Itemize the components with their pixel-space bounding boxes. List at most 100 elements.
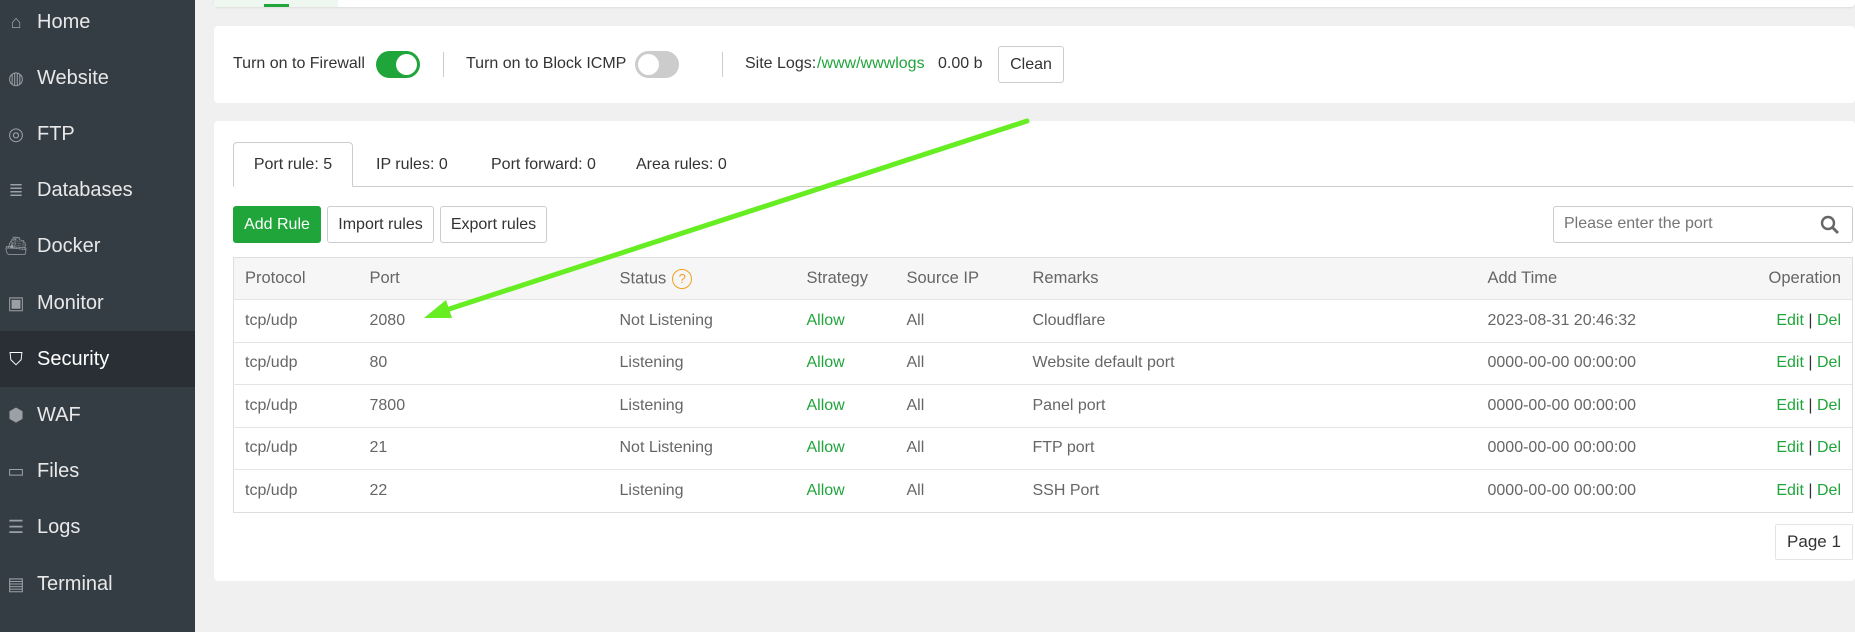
cell-remarks: FTP port xyxy=(1021,426,1477,470)
sidebar-item-label: Files xyxy=(37,460,80,483)
table-row: tcp/udp 80 Listening Allow All Website d… xyxy=(233,341,1853,385)
cell-protocol: tcp/udp xyxy=(233,299,359,342)
cell-operation: Edit | Del xyxy=(1716,384,1853,427)
col-status: Status? xyxy=(608,257,796,300)
icmp-toggle[interactable] xyxy=(635,51,679,78)
help-icon[interactable]: ? xyxy=(672,268,693,289)
logs-icon: ☰ xyxy=(7,517,25,538)
clean-button[interactable]: Clean xyxy=(998,46,1064,83)
sidebar-item-label: Monitor xyxy=(37,291,104,314)
cell-status: Listening xyxy=(608,341,796,385)
cell-add-time: 0000-00-00 00:00:00 xyxy=(1476,426,1717,470)
edit-link[interactable]: Edit xyxy=(1776,312,1804,329)
sidebar-item-databases[interactable]: ≣ Databases xyxy=(0,163,195,219)
cell-status: Listening xyxy=(608,384,796,427)
globe-icon: ◍ xyxy=(8,67,24,88)
cell-operation: Edit | Del xyxy=(1716,299,1853,342)
ftp-icon: ◎ xyxy=(8,123,24,144)
cell-remarks: Cloudflare xyxy=(1021,299,1477,342)
sidebar-item-label: Website xyxy=(37,66,109,89)
separator: | xyxy=(1808,311,1813,329)
tab-area-rules[interactable]: Area rules: 0 xyxy=(636,142,727,187)
waf-icon: ⬢ xyxy=(8,404,24,425)
tab-port-forward[interactable]: Port forward: 0 xyxy=(491,142,596,187)
sidebar-item-label: Security xyxy=(37,347,110,370)
search-icon[interactable] xyxy=(1820,215,1840,235)
cell-source-ip: All xyxy=(895,469,1022,512)
cell-status: Not Listening xyxy=(608,299,796,342)
sidebar-item-logs[interactable]: ☰ Logs xyxy=(0,500,195,556)
cell-strategy: Allow xyxy=(795,426,896,470)
sidebar-item-security[interactable]: ⛉ Security xyxy=(0,331,195,388)
edit-link[interactable]: Edit xyxy=(1776,397,1804,414)
site-logs-size: 0.00 b xyxy=(938,55,983,72)
divider xyxy=(443,52,444,77)
sidebar-item-label: Logs xyxy=(37,516,81,539)
cell-strategy: Allow xyxy=(795,299,896,342)
sidebar-item-home[interactable]: ⌂ Home xyxy=(0,0,195,50)
cell-strategy: Allow xyxy=(795,341,896,385)
separator: | xyxy=(1808,354,1813,372)
table-row: tcp/udp 21 Not Listening Allow All FTP p… xyxy=(233,426,1853,470)
site-logs-path-link[interactable]: /www/wwwlogs xyxy=(817,55,925,73)
edit-link[interactable]: Edit xyxy=(1776,482,1804,499)
tab-bar-line xyxy=(233,186,1853,187)
monitor-icon: ▣ xyxy=(7,292,25,313)
cell-remarks: Website default port xyxy=(1021,341,1477,385)
separator: | xyxy=(1808,396,1813,414)
delete-link[interactable]: Del xyxy=(1817,482,1841,499)
edit-link[interactable]: Edit xyxy=(1776,439,1804,456)
delete-link[interactable]: Del xyxy=(1817,312,1841,329)
cell-operation: Edit | Del xyxy=(1716,341,1853,385)
edit-link[interactable]: Edit xyxy=(1776,354,1804,371)
delete-link[interactable]: Del xyxy=(1817,397,1841,414)
pagination-page-1[interactable]: Page 1 xyxy=(1775,524,1853,560)
cell-protocol: tcp/udp xyxy=(233,469,359,512)
table-row: tcp/udp 2080 Not Listening Allow All Clo… xyxy=(233,299,1853,342)
col-strategy: Strategy xyxy=(795,257,896,300)
add-rule-button[interactable]: Add Rule xyxy=(233,206,321,243)
port-search xyxy=(1553,206,1853,243)
cell-port: 7800 xyxy=(358,384,609,427)
cell-source-ip: All xyxy=(895,426,1022,470)
col-remarks: Remarks xyxy=(1021,257,1477,300)
cell-add-time: 2023-08-31 20:46:32 xyxy=(1476,299,1717,342)
cell-port: 21 xyxy=(358,426,609,470)
sidebar-item-website[interactable]: ◍ Website xyxy=(0,50,195,106)
cell-strategy: Allow xyxy=(795,384,896,427)
sidebar-item-label: FTP xyxy=(37,122,75,145)
firewall-toggle[interactable] xyxy=(376,51,420,78)
cell-source-ip: All xyxy=(895,341,1022,385)
cell-source-ip: All xyxy=(895,299,1022,342)
sidebar-item-files[interactable]: ▭ Files xyxy=(0,444,195,500)
col-operation: Operation xyxy=(1716,257,1853,300)
cell-operation: Edit | Del xyxy=(1716,426,1853,470)
cell-protocol: tcp/udp xyxy=(233,426,359,470)
cell-strategy: Allow xyxy=(795,469,896,512)
cell-port: 80 xyxy=(358,341,609,385)
sidebar-item-terminal[interactable]: ▤ Terminal xyxy=(0,556,195,612)
cell-status: Listening xyxy=(608,469,796,512)
database-icon: ≣ xyxy=(8,180,24,201)
sidebar-item-label: Terminal xyxy=(37,572,113,595)
docker-icon: ⛴ xyxy=(4,236,28,257)
import-rules-button[interactable]: Import rules xyxy=(327,206,434,243)
sidebar-item-waf[interactable]: ⬢ WAF xyxy=(0,387,195,443)
sidebar-item-monitor[interactable]: ▣ Monitor xyxy=(0,275,195,331)
delete-link[interactable]: Del xyxy=(1817,439,1841,456)
sidebar-item-label: Databases xyxy=(37,179,133,202)
sidebar-item-docker[interactable]: ⛴ Docker xyxy=(0,219,195,275)
divider xyxy=(722,52,723,77)
col-add-time: Add Time xyxy=(1476,257,1717,300)
top-tab-indicator xyxy=(264,4,289,7)
cell-source-ip: All xyxy=(895,384,1022,427)
tab-ip-rules[interactable]: IP rules: 0 xyxy=(376,142,448,187)
export-rules-button[interactable]: Export rules xyxy=(440,206,547,243)
port-search-input[interactable] xyxy=(1564,215,1804,233)
cell-add-time: 0000-00-00 00:00:00 xyxy=(1476,341,1717,385)
folder-icon: ▭ xyxy=(7,461,25,482)
tab-port-rule[interactable]: Port rule: 5 xyxy=(233,142,353,187)
sidebar-item-ftp[interactable]: ◎ FTP xyxy=(0,106,195,162)
delete-link[interactable]: Del xyxy=(1817,354,1841,371)
col-port: Port xyxy=(358,257,609,300)
